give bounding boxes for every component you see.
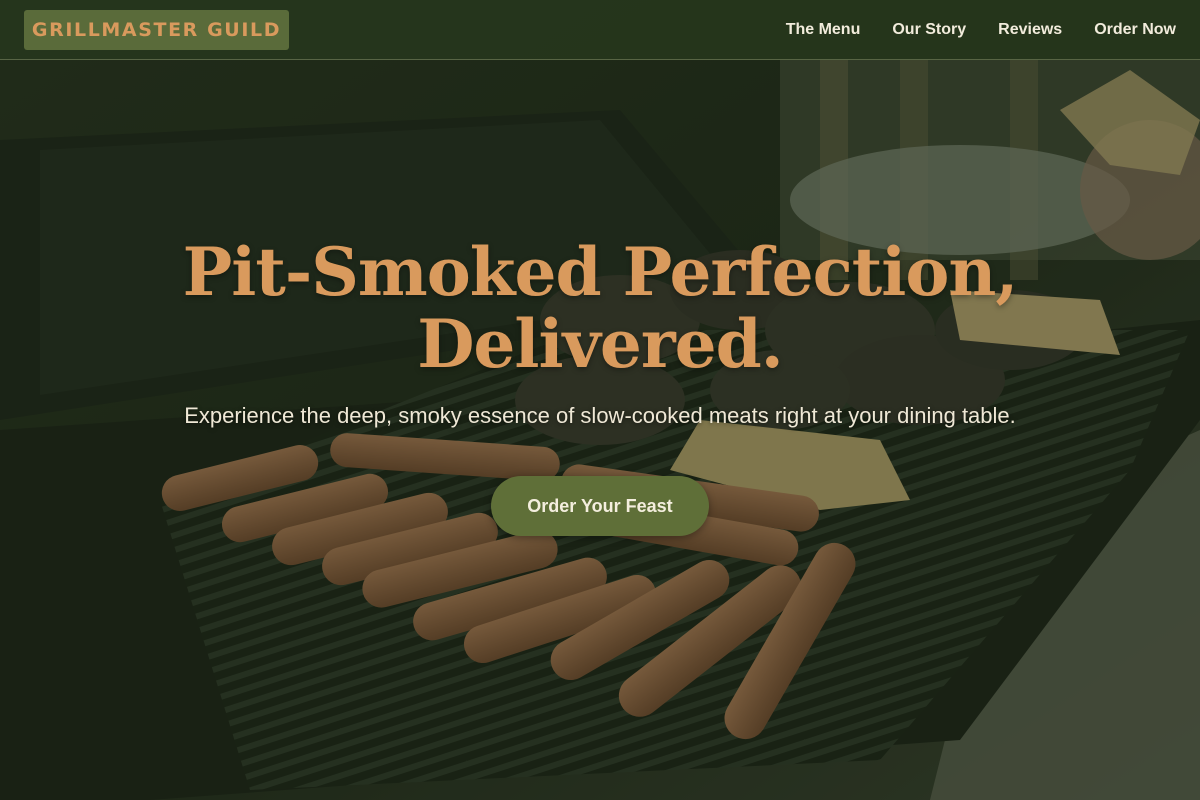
hero-title: Pit-Smoked Perfection, Delivered. (150, 236, 1050, 380)
nav-link-our-story[interactable]: Our Story (892, 21, 966, 39)
landing-page: GRILLMASTER GUILD The Menu Our Story Rev… (0, 0, 1200, 800)
brand-logo-link[interactable]: GRILLMASTER GUILD (24, 10, 289, 50)
hero-title-line-2: Delivered. (417, 305, 784, 383)
nav-link-reviews[interactable]: Reviews (998, 21, 1062, 39)
order-your-feast-button[interactable]: Order Your Feast (491, 476, 709, 536)
hero-subtitle: Experience the deep, smoky essence of sl… (184, 403, 1016, 428)
top-navbar: GRILLMASTER GUILD The Menu Our Story Rev… (0, 0, 1200, 60)
hero-title-line-1: Pit-Smoked Perfection, (182, 233, 1019, 311)
nav-links: The Menu Our Story Reviews Order Now (786, 0, 1176, 60)
nav-link-order-now[interactable]: Order Now (1094, 21, 1176, 39)
nav-link-the-menu[interactable]: The Menu (786, 21, 861, 39)
hero-section: Pit-Smoked Perfection, Delivered. Experi… (0, 236, 1200, 536)
